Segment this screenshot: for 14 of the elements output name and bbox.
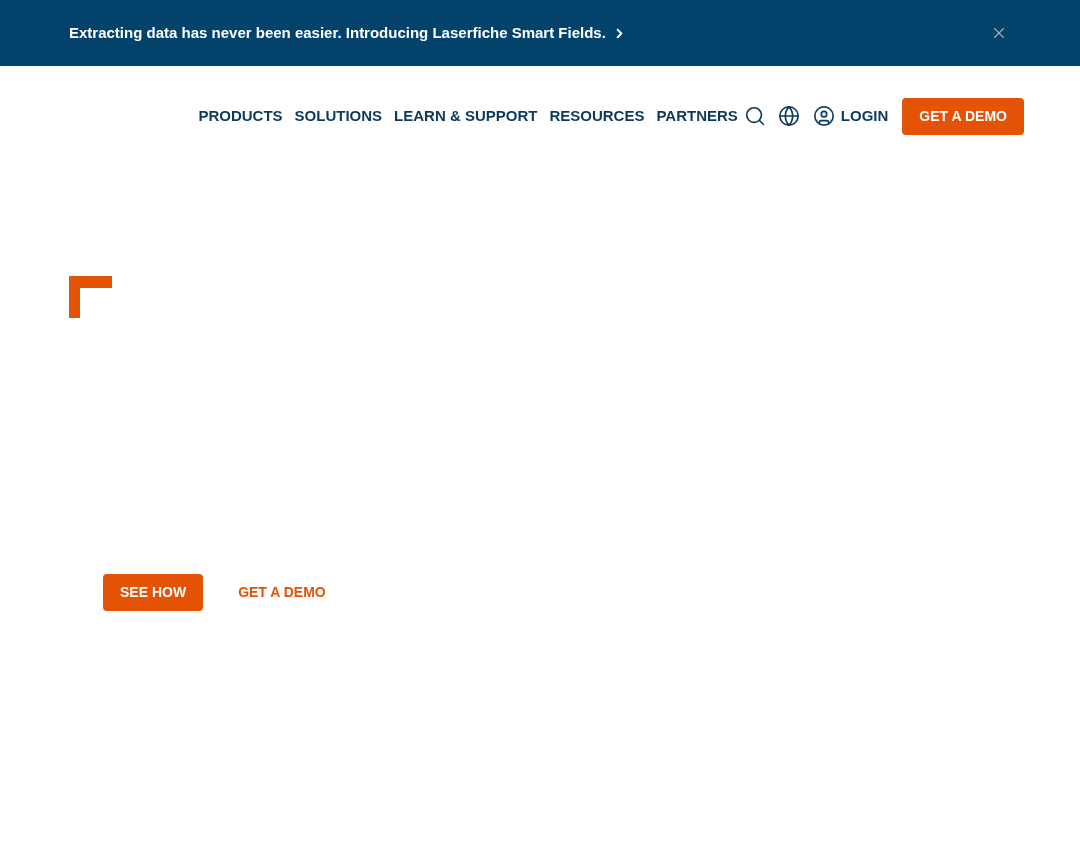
nav-link[interactable]: RESOURCES: [549, 104, 645, 128]
nav-link[interactable]: PRODUCTS: [198, 104, 283, 128]
announcement-link[interactable]: Extracting data has never been easier. Introducing Laserfiche Smart Fields.: [69, 21, 606, 45]
get-demo-button[interactable]: GET A DEMO: [902, 97, 1024, 135]
nav-link[interactable]: SOLUTIONS: [294, 104, 383, 128]
get-demo-link[interactable]: GET A DEMO: [238, 582, 326, 603]
user-icon[interactable]: [812, 105, 835, 127]
login-link[interactable]: LOGIN: [840, 104, 889, 128]
nav-link[interactable]: PARTNERS: [656, 104, 738, 128]
corner-accent: [69, 276, 112, 318]
nav-link[interactable]: LEARN & SUPPORT: [394, 104, 538, 128]
see-how-button[interactable]: SEE HOW: [103, 574, 204, 611]
search-icon[interactable]: [743, 105, 766, 127]
globe-icon[interactable]: [777, 105, 800, 127]
